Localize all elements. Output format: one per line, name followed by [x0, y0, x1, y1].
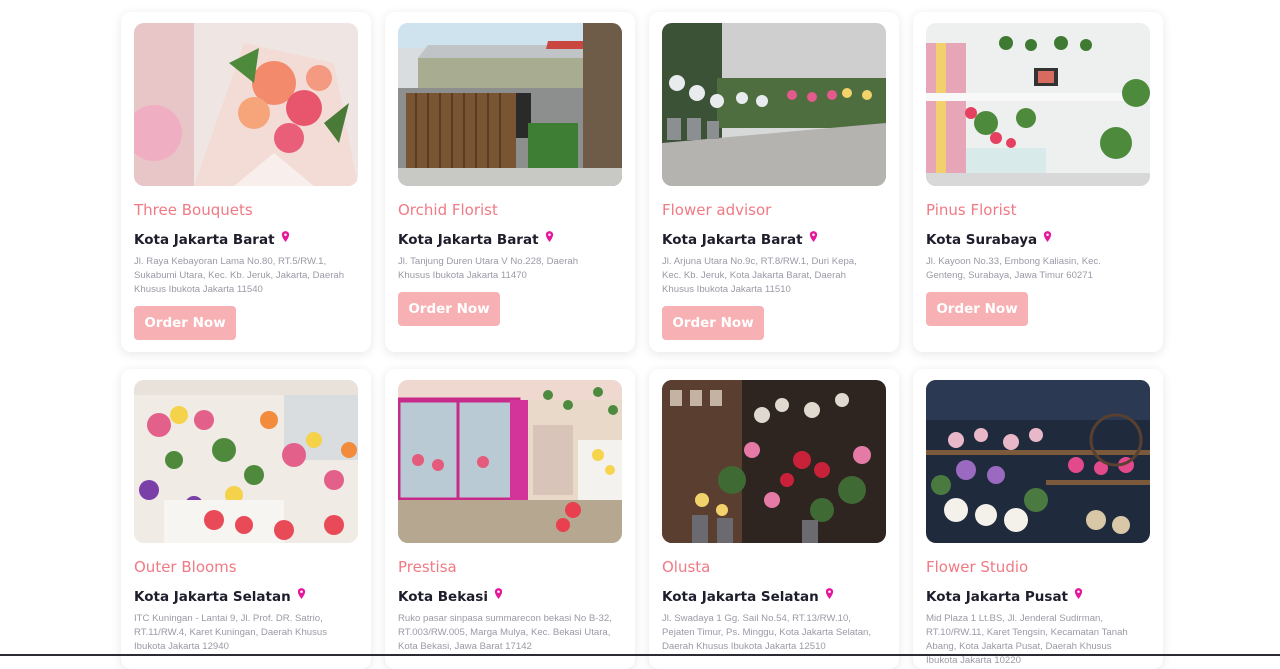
shop-address: Ruko pasar sinpasa summarecon bekasi No …	[398, 613, 612, 652]
shop-city: Kota Bekasi	[398, 588, 622, 605]
shop-photo[interactable]	[134, 380, 358, 543]
shop-card: Flower Studio Kota Jakarta Pusat Mid Pla…	[913, 369, 1163, 669]
shop-city: Kota Surabaya	[926, 231, 1150, 248]
order-now-button[interactable]: Order Now	[662, 306, 764, 340]
location-pin-icon	[297, 588, 305, 599]
shop-address: Jl. Arjuna Utara No.9c, RT.8/RW.1, Duri …	[662, 256, 857, 295]
location-pin-icon	[1074, 588, 1083, 599]
order-now-button[interactable]: Order Now	[926, 292, 1028, 326]
shop-photo[interactable]	[134, 23, 358, 186]
shop-city: Kota Jakarta Barat	[398, 231, 622, 248]
shop-photo[interactable]	[662, 23, 886, 186]
shop-city: Kota Jakarta Selatan	[662, 588, 886, 605]
shop-city: Kota Jakarta Barat	[134, 231, 358, 248]
location-pin-icon	[1044, 231, 1052, 242]
shop-photo[interactable]	[926, 380, 1150, 543]
location-pin-icon	[809, 231, 817, 242]
shop-photo[interactable]	[926, 23, 1150, 186]
shop-address: Jl. Tanjung Duren Utara V No.228, Daerah…	[398, 256, 579, 281]
shop-photo[interactable]	[662, 380, 886, 543]
shop-address: Mid Plaza 1 Lt.BS, Jl. Jenderal Sudirman…	[926, 613, 1128, 666]
shop-name: Flower Studio	[926, 558, 1029, 576]
shop-name: Three Bouquets	[134, 201, 253, 219]
location-pin-icon	[494, 588, 503, 599]
shop-address: Jl. Kayoon No.33, Embong Kaliasin, Kec. …	[926, 256, 1101, 281]
location-pin-icon	[281, 231, 289, 242]
shop-card: Olusta Kota Jakarta Selatan Jl. Swadaya …	[649, 369, 899, 669]
shop-card: Outer Blooms Kota Jakarta Selatan ITC Ku…	[121, 369, 371, 669]
shop-name: Pinus Florist	[926, 201, 1017, 219]
shop-address: Jl. Raya Kebayoran Lama No.80, RT.5/RW.1…	[134, 256, 345, 295]
shop-name: Orchid Florist	[398, 201, 498, 219]
shop-city: Kota Jakarta Pusat	[926, 588, 1150, 605]
shop-name: Prestisa	[398, 558, 457, 576]
shop-card: Pinus Florist Kota Surabaya Jl. Kayoon N…	[913, 12, 1163, 352]
shop-city: Kota Jakarta Barat	[662, 231, 886, 248]
order-now-button[interactable]: Order Now	[134, 306, 236, 340]
location-pin-icon	[545, 231, 553, 242]
shop-photo[interactable]	[398, 380, 622, 543]
order-now-button[interactable]: Order Now	[398, 292, 500, 326]
shop-name: Olusta	[662, 558, 711, 576]
shop-photo[interactable]	[398, 23, 622, 186]
shop-card: Three Bouquets Kota Jakarta Barat Jl. Ra…	[121, 12, 371, 352]
shop-name: Outer Blooms	[134, 558, 237, 576]
shop-card: Prestisa Kota Bekasi Ruko pasar sinpasa …	[385, 369, 635, 669]
shop-address: Jl. Swadaya 1 Gg. Sail No.54, RT.13/RW.1…	[662, 613, 872, 652]
shop-card: Orchid Florist Kota Jakarta Barat Jl. Ta…	[385, 12, 635, 352]
location-pin-icon	[825, 588, 833, 599]
shop-name: Flower advisor	[662, 201, 772, 219]
shop-city: Kota Jakarta Selatan	[134, 588, 358, 605]
shop-address: ITC Kuningan - Lantai 9, Jl. Prof. DR. S…	[134, 613, 328, 652]
shop-card: Flower advisor Kota Jakarta Barat Jl. Ar…	[649, 12, 899, 352]
